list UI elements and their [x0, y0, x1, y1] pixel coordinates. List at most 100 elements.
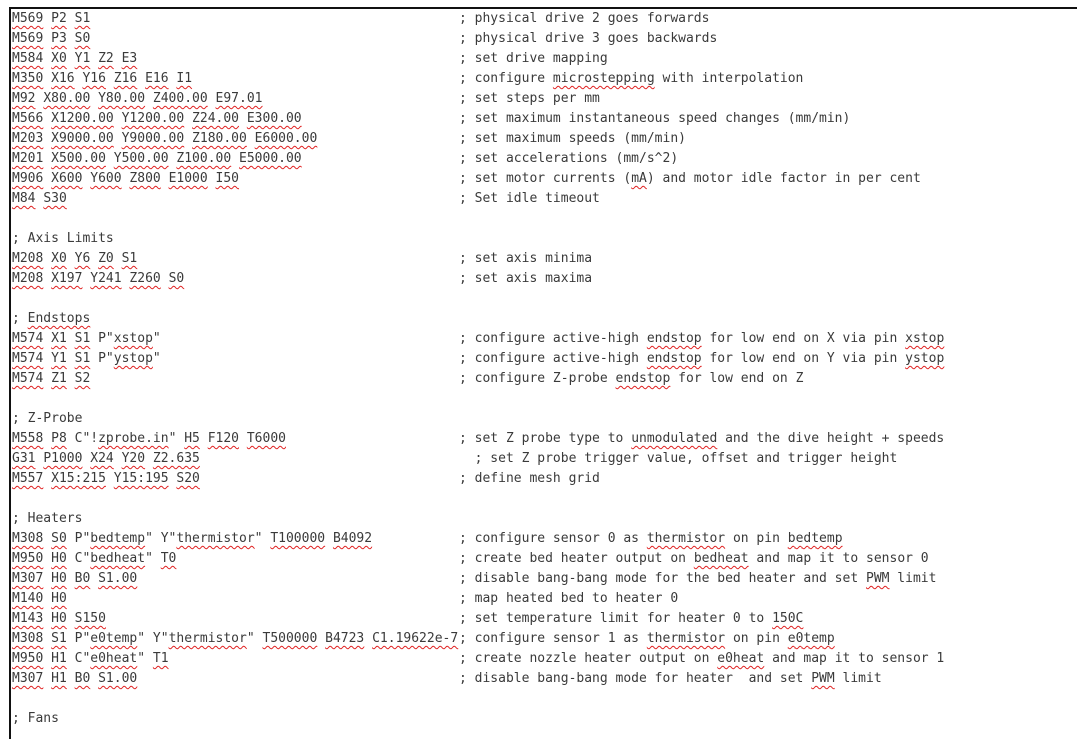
code-line[interactable]: ; Endstops: [12, 309, 1077, 329]
code-line[interactable]: G31 P1000 X24 Y20 Z2.635 ; set Z probe t…: [12, 449, 1077, 469]
spellcheck-underline: Z24.00: [192, 111, 240, 126]
code-line[interactable]: M201 X500.00 Y500.00 Z100.00 E5000.00 ; s…: [12, 149, 1077, 169]
code-line[interactable]: M569 P2 S1 ; physical drive 2 goes forwar…: [12, 9, 1077, 29]
code-line[interactable]: ; Axis Limits: [12, 229, 1077, 249]
code-line[interactable]: M350 X16 Y16 Z16 E16 I1 ; configure micro…: [12, 69, 1077, 89]
spellcheck-underline: M566: [12, 111, 44, 126]
spellcheck-underline: Y9000.00: [121, 131, 185, 146]
spellcheck-underline: bedtemp: [787, 531, 843, 546]
spellcheck-underline: endstop: [615, 371, 671, 386]
spellcheck-underline: T0: [160, 551, 177, 566]
code-line[interactable]: M208 X197 Y241 Z260 S0 ; set axis maxima: [12, 269, 1077, 289]
code-line[interactable]: [12, 489, 1077, 509]
spellcheck-underline: S1.00: [98, 671, 138, 686]
spellcheck-underline: Y1: [74, 51, 91, 66]
code-line[interactable]: [12, 209, 1077, 229]
code-line[interactable]: M307 H0 B0 S1.00 ; disable bang-bang mode…: [12, 569, 1077, 589]
spellcheck-underline: Y16: [82, 71, 106, 86]
spellcheck-underline: E6000.00: [254, 131, 318, 146]
spellcheck-underline: Y1: [51, 351, 67, 366]
code-line[interactable]: [12, 689, 1077, 709]
spellcheck-underline: S1: [121, 251, 138, 266]
gcode-command: G31 P1000 X24 Y20 Z2.635: [12, 449, 200, 469]
gcode-comment: ; disable bang-bang mode for the bed hea…: [459, 571, 937, 586]
spellcheck-underline: X500.00: [51, 151, 106, 166]
spellcheck-underline: endstop: [646, 351, 702, 366]
code-line[interactable]: M140 H0 ; map heated bed to heater 0: [12, 589, 1077, 609]
code-line[interactable]: M557 X15:215 Y15:195 S20 ; define mesh gr…: [12, 469, 1077, 489]
spellcheck-underline: M574: [12, 351, 44, 366]
spellcheck-underline: ystop: [905, 351, 945, 366]
code-line[interactable]: ; Fans: [12, 709, 1077, 729]
code-line[interactable]: M84 S30 ; Set idle timeout: [12, 189, 1077, 209]
gcode-comment: ; create bed heater output on bedheat an…: [459, 551, 929, 566]
spellcheck-underline: P3: [51, 31, 67, 46]
spellcheck-underline: B4723: [325, 631, 365, 646]
spellcheck-underline: S150: [74, 611, 106, 626]
code-line[interactable]: M308 S1 P"e0temp" Y"thermistor" T500000 …: [12, 629, 1077, 649]
spellcheck-underline: T500000: [262, 631, 318, 646]
spellcheck-underline: M84: [12, 191, 36, 206]
spellcheck-underline: M584: [12, 51, 44, 66]
text-editor[interactable]: M569 P2 S1 ; physical drive 2 goes forwar…: [12, 9, 1077, 729]
code-line[interactable]: M307 H1 B0 S1.00 ; disable bang-bang mode…: [12, 669, 1077, 689]
spellcheck-underline: I50: [215, 171, 240, 186]
code-line[interactable]: M92 X80.00 Y80.00 Z400.00 E97.01 ; set st…: [12, 89, 1077, 109]
code-line[interactable]: M569 P3 S0 ; physical drive 3 goes backwa…: [12, 29, 1077, 49]
spellcheck-underline: S1: [74, 351, 91, 366]
code-line[interactable]: M574 X1 S1 P"xstop" ; configure active-hi…: [12, 329, 1077, 349]
gcode-comment: ; set temperature limit for heater 0 to …: [459, 611, 804, 626]
gcode-command: M92 X80.00 Y80.00 Z400.00 E97.01: [12, 89, 263, 109]
spellcheck-underline: M92: [12, 91, 36, 106]
gcode-command: M140 H0: [12, 589, 67, 609]
spellcheck-underline: X24: [90, 451, 114, 466]
code-line[interactable]: M308 S0 P"bedtemp" Y"thermistor" T100000…: [12, 529, 1077, 549]
gcode-comment: ; set axis maxima: [459, 271, 593, 286]
spellcheck-underline: M307: [12, 671, 44, 686]
code-line[interactable]: M566 X1200.00 Y1200.00 Z24.00 E300.00 ; s…: [12, 109, 1077, 129]
spellcheck-underline: Y600: [90, 171, 122, 186]
spellcheck-underline: I1: [176, 71, 193, 86]
spellcheck-underline: F120: [207, 431, 240, 446]
spellcheck-underline: M574: [12, 371, 44, 386]
spellcheck-underline: M906: [12, 171, 44, 186]
code-line[interactable]: M906 X600 Y600 Z800 E1000 I50 ; set motor…: [12, 169, 1077, 189]
code-line[interactable]: M574 Z1 S2 ; configure Z-probe endstop fo…: [12, 369, 1077, 389]
spellcheck-underline: S2: [74, 371, 91, 386]
code-line[interactable]: M208 X0 Y6 Z0 S1 ; set axis minima: [12, 249, 1077, 269]
spellcheck-underline: M350: [12, 71, 44, 86]
gcode-command: M558 P8 C"!zprobe.in" H5 F120 T6000: [12, 431, 286, 446]
spellcheck-underline: Y1200.00: [121, 111, 185, 126]
gcode-comment: ; disable bang-bang mode for heater and …: [459, 671, 882, 686]
code-line[interactable]: ; Heaters: [12, 509, 1077, 529]
spellcheck-underline: S1.00: [98, 571, 138, 586]
code-line[interactable]: M584 X0 Y1 Z2 E3 ; set drive mapping: [12, 49, 1077, 69]
gcode-command: M84 S30: [12, 189, 67, 209]
code-line[interactable]: M203 X9000.00 Y9000.00 Z180.00 E6000.00;…: [12, 129, 1077, 149]
code-line[interactable]: M950 H1 C"e0heat" T1 ; create nozzle heat…: [12, 649, 1077, 669]
spellcheck-underline: H5: [184, 431, 200, 446]
spellcheck-underline: Endstops: [27, 311, 91, 326]
code-line[interactable]: M574 Y1 S1 P"ystop" ; configure active-hi…: [12, 349, 1077, 369]
code-line[interactable]: M143 H0 S150 ; set temperature limit for …: [12, 609, 1077, 629]
spellcheck-underline: PWM: [811, 671, 835, 686]
gcode-command: M203 X9000.00 Y9000.00 Z180.00 E6000.00: [12, 129, 317, 149]
code-line[interactable]: ; Z-Probe: [12, 409, 1077, 429]
spellcheck-underline: P1000: [43, 451, 83, 466]
spellcheck-underline: thermistor: [176, 531, 255, 546]
spellcheck-underline: Y80.00: [98, 91, 146, 106]
spellcheck-underline: S0: [74, 31, 91, 46]
code-line[interactable]: M950 H0 C"bedheat" T0 ; create bed heater…: [12, 549, 1077, 569]
spellcheck-underline: T6000: [246, 431, 286, 446]
gcode-comment: ; configure active-high endstop for low …: [459, 331, 945, 346]
gcode-command: M208 X0 Y6 Z0 S1: [12, 249, 137, 269]
spellcheck-underline: C1.19622e-7: [372, 631, 459, 646]
spellcheck-underline: X197: [51, 271, 83, 286]
code-line[interactable]: M558 P8 C"!zprobe.in" H5 F120 T6000 ; set…: [12, 429, 1077, 449]
gcode-comment: ; set maximum speeds (mm/min): [459, 131, 686, 146]
gcode-comment: ; set motor currents (mA) and motor idle…: [459, 171, 921, 186]
code-line[interactable]: [12, 389, 1077, 409]
code-line[interactable]: [12, 289, 1077, 309]
spellcheck-underline: M208: [12, 251, 44, 266]
spellcheck-underline: M558: [12, 431, 44, 446]
